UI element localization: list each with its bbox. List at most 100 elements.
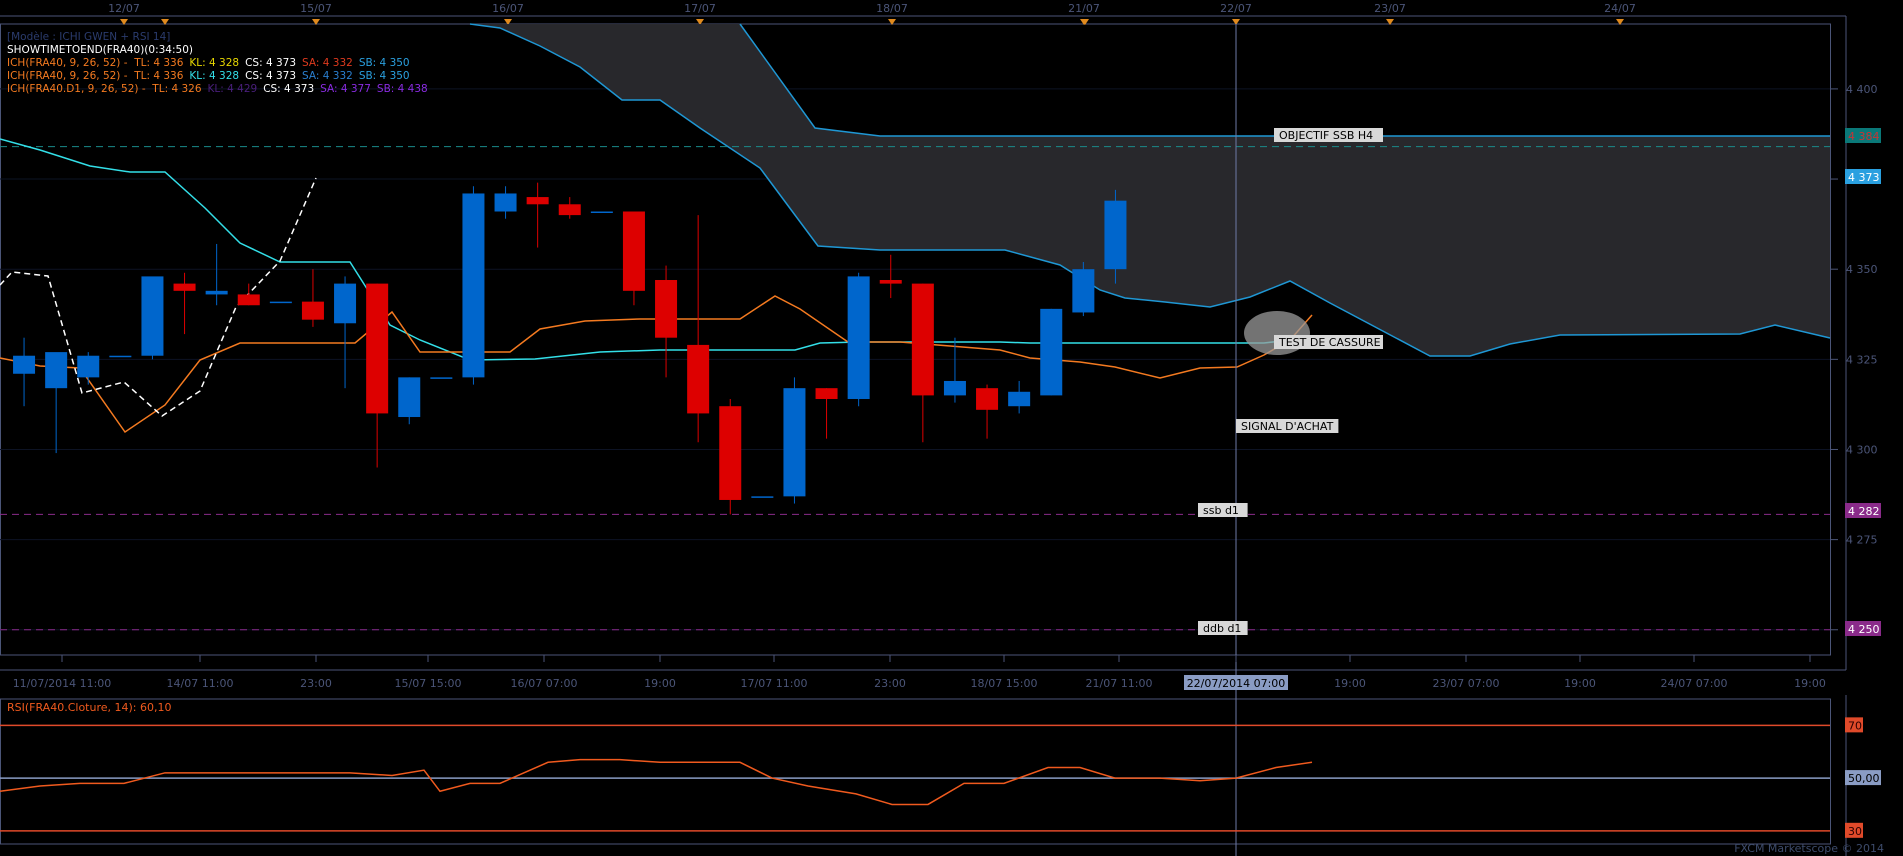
top-date-label: 23/07 (1374, 2, 1406, 15)
x-tick-label: 18/07 15:00 (971, 677, 1038, 690)
indicator-value: SB: 4 438 (376, 83, 428, 95)
candle-body (719, 406, 742, 500)
candle-body (366, 283, 389, 414)
candle-body (976, 388, 999, 410)
watermark: FXCM Marketscope © 2014 (1734, 842, 1884, 855)
candle-body (815, 388, 838, 399)
indicator-value: SB: 4 350 (358, 57, 410, 69)
x-tick-label: 21/07 11:00 (1086, 677, 1153, 690)
candle-body (526, 197, 549, 205)
ich-h4-line: ICH(FRA40, 9, 26, 52) - TL: 4 336 KL: 4 3… (7, 70, 434, 83)
top-date-label: 18/07 (876, 2, 908, 15)
x-tick-label: 17/07 11:00 (741, 677, 808, 690)
x-tick-label: 15/07 15:00 (395, 677, 462, 690)
price-tick-label: 4 400 (1846, 83, 1878, 96)
x-tick-label: 19:00 (1794, 677, 1826, 690)
x-tick-label: 19:00 (644, 677, 676, 690)
candle-body (430, 377, 453, 379)
x-tick-label: 23:00 (300, 677, 332, 690)
indicator-value: ICH(FRA40, 9, 26, 52) - TL: 4 336 (7, 57, 184, 69)
ich-h1-line: ICH(FRA40, 9, 26, 52) - TL: 4 336 KL: 4 3… (7, 57, 434, 70)
indicator-value: SHOWTIMETOEND(FRA40)(0:34:50) (7, 44, 193, 56)
candle-body (655, 280, 678, 338)
candle-body (13, 355, 36, 374)
price-tick-label: 4 350 (1846, 263, 1878, 276)
top-date-label: 22/07 (1220, 2, 1252, 15)
x-tick-label: 14/07 11:00 (167, 677, 234, 690)
ssb-h4-price-label: 4 384 (1848, 130, 1880, 143)
price-tick-label: 4 300 (1846, 443, 1878, 456)
rsi-30-label: 30 (1848, 825, 1862, 838)
indicator-value: CS: 4 373 (245, 70, 297, 82)
candle-body (911, 283, 934, 396)
candle-body (77, 355, 100, 378)
candle-body (847, 276, 870, 399)
candle-body (558, 204, 581, 216)
last-price-label: 4 373 (1848, 171, 1880, 184)
indicator-value: ICH(FRA40, 9, 26, 52) - TL: 4 336 (7, 70, 184, 82)
indicator-value: KL: 4 429 (207, 83, 258, 95)
price-tick-label: 4 275 (1846, 534, 1878, 547)
candle-body (590, 211, 613, 213)
indicator-value: [Modèle : ICHI GWEN + RSI 14] (7, 31, 171, 43)
x-tick-label: 16/07 07:00 (511, 677, 578, 690)
candle-body (205, 290, 228, 295)
candle-body (398, 377, 421, 418)
candle-body (269, 301, 292, 304)
indicator-value: SA: 4 377 (320, 83, 371, 95)
candle-body (783, 388, 806, 497)
candle-body (1040, 308, 1063, 396)
ichimoku-chart[interactable]: 4 4004 3754 3504 3254 3004 2754 25012/07… (0, 0, 1903, 856)
top-date-label: 24/07 (1604, 2, 1636, 15)
candle-body (301, 301, 324, 320)
candle-body (334, 283, 357, 324)
ssb-d1-price-label: 4 282 (1848, 505, 1880, 518)
candle-body (751, 496, 774, 498)
rsi-70-label: 70 (1848, 719, 1862, 732)
x-tick-label: 23/07 07:00 (1433, 677, 1500, 690)
candle-body (1104, 200, 1127, 270)
indicator-value: KL: 4 328 (189, 57, 240, 69)
ddb-d1-price-label: 4 250 (1848, 623, 1880, 636)
price-tick-label: 4 325 (1846, 353, 1878, 366)
indicator-value: SA: 4 332 (302, 70, 353, 82)
x-tick-label: 19:00 (1334, 677, 1366, 690)
showtime-line: SHOWTIMETOEND(FRA40)(0:34:50) (7, 44, 434, 57)
candle-body (45, 352, 68, 389)
top-date-label: 17/07 (684, 2, 716, 15)
candle-body (879, 280, 902, 284)
background (0, 0, 1903, 856)
candle-body (462, 193, 485, 378)
x-tick-label: 19:00 (1564, 677, 1596, 690)
top-date-label: 12/07 (108, 2, 140, 15)
ddb-annotation: ddb d1 (1203, 622, 1241, 635)
indicator-value: CS: 4 373 (245, 57, 297, 69)
rsi-legend: RSI(FRA40.Cloture, 14): 60,10 (7, 701, 171, 714)
model-line: [Modèle : ICHI GWEN + RSI 14] (7, 31, 434, 44)
candle-body (687, 344, 710, 414)
candle-body (109, 355, 132, 358)
indicator-value: CS: 4 373 (263, 83, 315, 95)
top-date-label: 21/07 (1068, 2, 1100, 15)
rsi-50-label: 50,00 (1848, 772, 1880, 785)
ssb-annotation: ssb d1 (1203, 504, 1239, 517)
ich-d1-line: ICH(FRA40.D1, 9, 26, 52) - TL: 4 326 KL: … (7, 83, 434, 96)
x-tick-label: 11/07/2014 11:00 (13, 677, 112, 690)
signal-annotation: SIGNAL D'ACHAT (1241, 420, 1334, 433)
indicator-legend: [Modèle : ICHI GWEN + RSI 14] SHOWTIMETOE… (7, 31, 434, 96)
indicator-value: SA: 4 332 (302, 57, 353, 69)
candle-body (1072, 269, 1095, 313)
candle-body (494, 193, 517, 212)
indicator-value: KL: 4 328 (189, 70, 240, 82)
x-tick-label: 24/07 07:00 (1661, 677, 1728, 690)
indicator-value: ICH(FRA40.D1, 9, 26, 52) - TL: 4 326 (7, 83, 202, 95)
candle-body (237, 294, 260, 306)
x-tick-label: 23:00 (874, 677, 906, 690)
top-date-label: 15/07 (300, 2, 332, 15)
candle-body (622, 211, 645, 291)
candle-body (141, 276, 164, 356)
top-date-label: 16/07 (492, 2, 524, 15)
candle-body (943, 380, 966, 396)
x-tick-label: 22/07/2014 07:00 (1187, 677, 1286, 690)
test-annotation: TEST DE CASSURE (1278, 336, 1381, 349)
